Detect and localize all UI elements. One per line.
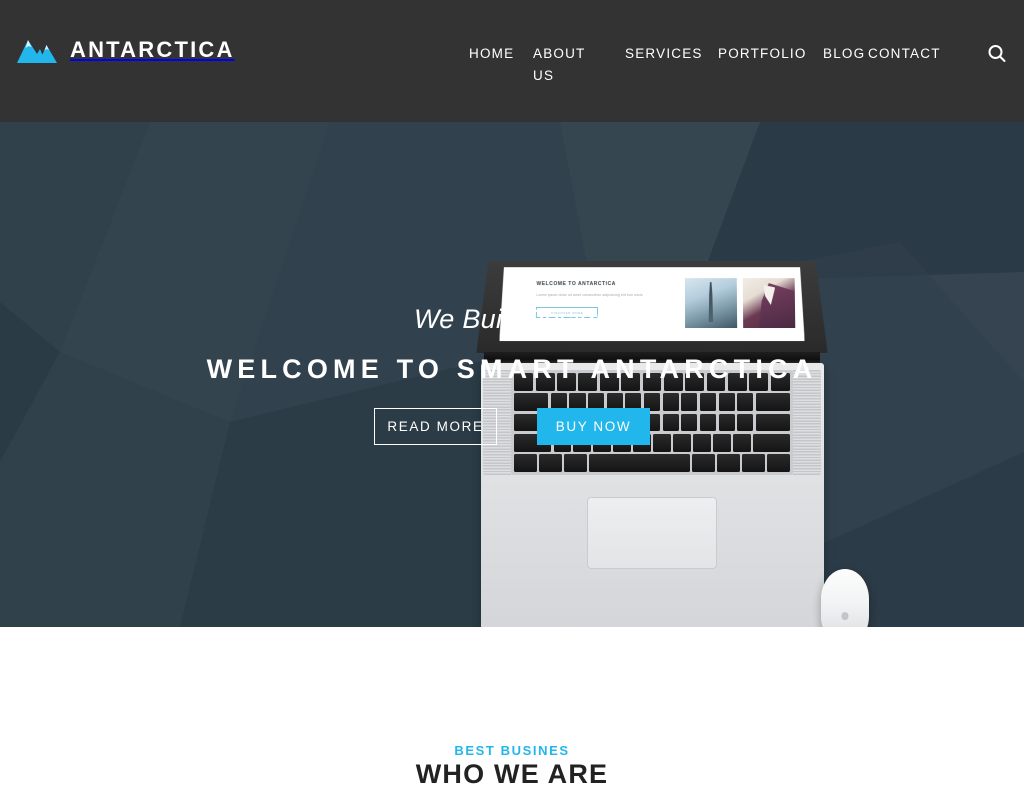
buy-now-button[interactable]: BUY NOW — [537, 408, 650, 445]
cityscape-thumbnail-icon — [685, 278, 737, 328]
read-more-button[interactable]: READ MORE — [374, 408, 497, 445]
nav-item-services[interactable]: SERVICES — [625, 43, 715, 65]
nav-item-blog[interactable]: BLOG — [823, 43, 868, 65]
laptop-lid: WELCOME TO ANTARCTICA Lorem ipsum dolor … — [476, 261, 827, 353]
screen-cta-button: DISCOVER MORE — [536, 307, 598, 318]
brand-name: ANTARCTICA — [70, 37, 235, 62]
section-title: WHO WE ARE — [415, 759, 609, 789]
section-eyebrow: BEST BUSINES — [454, 743, 570, 758]
laptop-screen: WELCOME TO ANTARCTICA Lorem ipsum dolor … — [499, 267, 804, 341]
mountain-icon — [17, 40, 57, 63]
laptop-trackpad — [586, 497, 718, 569]
hero-actions: READ MORE BUY NOW — [0, 408, 1024, 445]
screen-body-text: Lorem ipsum dolor sit amet consectetur a… — [536, 293, 643, 298]
nav-item-about-us[interactable]: ABOUT US — [533, 43, 595, 87]
portrait-thumbnail-icon — [743, 278, 795, 328]
nav-item-home[interactable]: HOME — [469, 43, 529, 65]
magic-mouse-icon — [821, 569, 869, 627]
search-button[interactable] — [984, 41, 1010, 67]
nav-item-portfolio[interactable]: PORTFOLIO — [718, 43, 813, 65]
brand-logo-link[interactable]: ANTARCTICA — [16, 36, 235, 64]
laptop-base — [480, 363, 824, 627]
search-icon — [988, 45, 1006, 62]
site-header: ANTARCTICA HOME ABOUT US SERVICES PORTFO… — [0, 0, 1024, 122]
hero-section: WELCOME TO ANTARCTICA Lorem ipsum dolor … — [0, 122, 1024, 627]
hero-device-stage: WELCOME TO ANTARCTICA Lorem ipsum dolor … — [0, 122, 1024, 627]
screen-heading: WELCOME TO ANTARCTICA — [536, 281, 616, 288]
about-section: BEST BUSINES WHO WE ARE — [0, 627, 1024, 800]
nav-item-contact[interactable]: CONTACT — [868, 43, 948, 65]
